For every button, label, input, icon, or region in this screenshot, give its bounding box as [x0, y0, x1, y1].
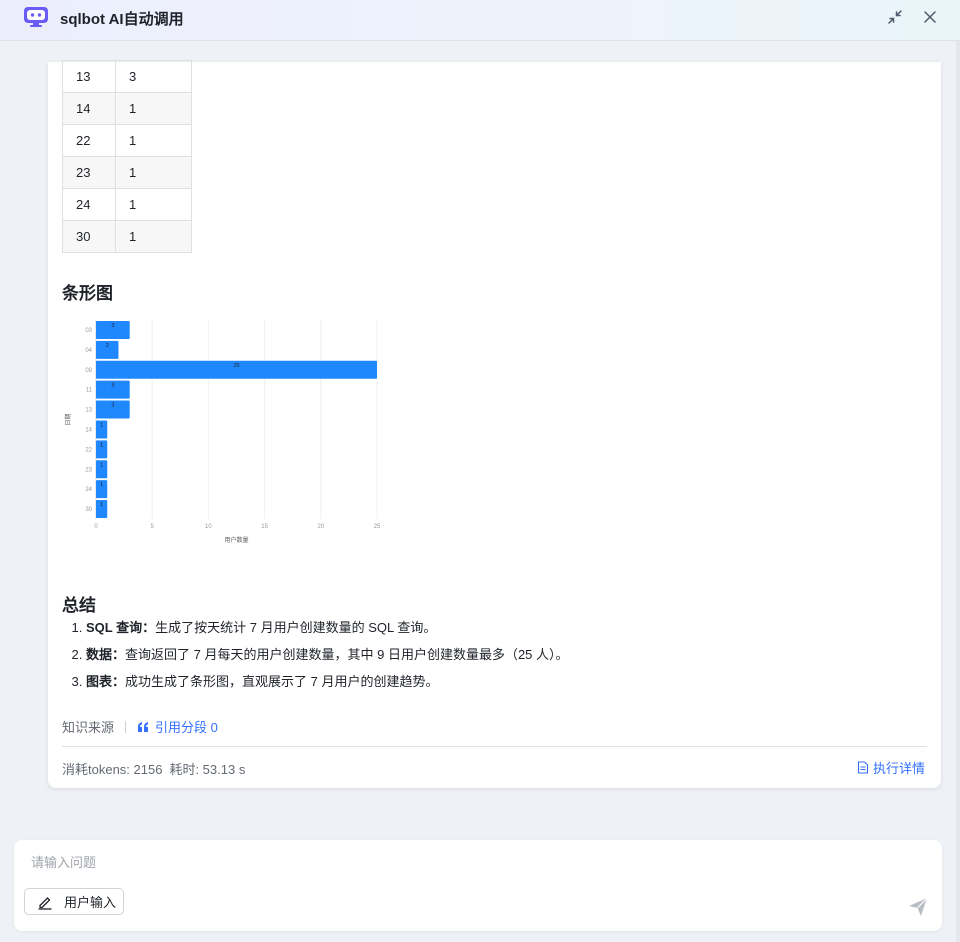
x-axis-label: 用户数量: [224, 536, 248, 544]
knowledge-source-label: 知识来源: [62, 720, 115, 735]
y-tick-label: 22: [85, 447, 92, 453]
y-tick-label: 09: [85, 368, 92, 374]
x-tick-label: 15: [261, 524, 268, 530]
x-tick-label: 25: [374, 524, 381, 530]
table-row: 23 1: [62, 156, 192, 189]
footer-divider: [62, 746, 927, 747]
summary-item-colon: ：: [142, 620, 156, 635]
cell-date: 24: [62, 188, 116, 221]
cell-date: 14: [62, 92, 116, 125]
answer-card: 13 3 14 1 22 1 23 1 24 1 30 1 条形图 0 5 10 15 20 25 03 3 04 2 0…: [48, 60, 941, 788]
execution-detail-link[interactable]: 执行详情: [857, 758, 925, 777]
bar-chart: 0 5 10 15 20 25 03 3 04 2 09 25 11 3 13 3 14 1 22 1 23 1 24 1 30…: [64, 320, 381, 544]
table-row: 30 1: [62, 220, 192, 253]
cell-count: 1: [115, 220, 192, 253]
y-tick-label: 14: [85, 427, 92, 433]
result-table: 13 3 14 1 22 1 23 1 24 1 30 1: [62, 60, 192, 253]
y-tick-label: 03: [85, 328, 92, 334]
y-tick-label: 30: [85, 507, 92, 513]
cell-count: 1: [115, 92, 192, 125]
user-input-label: 用户输入: [64, 895, 117, 910]
close-icon[interactable]: [921, 8, 939, 26]
divider: [125, 720, 127, 733]
execution-detail-label: 执行详情: [872, 761, 925, 776]
data-label: 3: [111, 403, 114, 409]
y-axis-label: 日期: [64, 413, 72, 425]
table-row: 13 3: [62, 60, 192, 93]
summary-item-label: SQL 查询: [86, 620, 143, 635]
data-label: 25: [233, 363, 239, 369]
summary-item-text: 查询返回了 7 月每天的用户创建数量，其中 9 日用户创建数量最多（25 人）。: [125, 647, 569, 662]
summary-item: SQL 查询：生成了按天统计 7 月用户创建数量的 SQL 查询。: [86, 614, 886, 641]
summary-item-colon: ：: [112, 647, 126, 662]
usage-stats: 消耗tokens: 2156 耗时: 53.13 s: [62, 759, 252, 778]
cell-count: 1: [115, 156, 192, 189]
title-bar: sqlbot AI自动调用: [0, 0, 960, 41]
data-label: 1: [100, 502, 103, 508]
data-label: 3: [111, 323, 114, 329]
document-icon: [857, 761, 869, 774]
cell-count: 3: [115, 60, 192, 93]
data-label: 1: [100, 482, 103, 488]
knowledge-source-row: 知识来源 引用分段 0: [62, 717, 218, 736]
send-icon[interactable]: [907, 896, 929, 918]
y-tick-label: 24: [85, 487, 92, 493]
cell-date: 23: [62, 156, 116, 189]
robot-icon: [24, 7, 48, 27]
x-tick-label: 0: [94, 524, 98, 530]
x-tick-label: 10: [205, 524, 212, 530]
data-label: 1: [100, 462, 103, 468]
x-tick-label: 5: [151, 524, 155, 530]
table-row: 14 1: [62, 92, 192, 125]
y-tick-label: 13: [85, 408, 92, 414]
data-label: 3: [111, 383, 114, 389]
elapsed-time: 耗时: 53.13 s: [169, 762, 246, 777]
summary-item-text: 生成了按天统计 7 月用户创建数量的 SQL 查询。: [155, 620, 437, 635]
summary-item-label: 图表: [86, 674, 113, 689]
summary-item: 数据：查询返回了 7 月每天的用户创建数量，其中 9 日用户创建数量最多（25 …: [86, 641, 886, 668]
cell-date: 30: [62, 220, 116, 253]
data-label: 1: [100, 442, 103, 448]
summary-item: 图表：成功生成了条形图，直观展示了 7 月用户的创建趋势。: [86, 668, 886, 695]
summary-list: SQL 查询：生成了按天统计 7 月用户创建数量的 SQL 查询。 数据：查询返…: [62, 614, 886, 695]
data-label: 1: [100, 422, 103, 428]
app-title: sqlbot AI自动调用: [60, 11, 184, 28]
summary-item-colon: ：: [112, 674, 126, 689]
tokens-count: 消耗tokens: 2156: [62, 762, 163, 777]
cell-date: 13: [62, 60, 116, 93]
data-label: 2: [106, 343, 109, 349]
x-tick-label: 20: [317, 524, 324, 530]
summary-item-text: 成功生成了条形图，直观展示了 7 月用户的创建趋势。: [125, 674, 439, 689]
user-input-button[interactable]: 用户输入: [24, 888, 124, 915]
quote-icon: [138, 721, 149, 732]
cell-date: 22: [62, 124, 116, 157]
cell-count: 1: [115, 124, 192, 157]
minimize-icon[interactable]: [886, 8, 904, 26]
y-tick-label: 11: [86, 388, 93, 394]
y-tick-label: 04: [85, 348, 92, 354]
chart-section-title: 条形图: [62, 284, 113, 303]
edit-icon: [38, 896, 52, 910]
citation-label: 引用分段 0: [155, 720, 218, 735]
scrollbar[interactable]: [956, 41, 960, 942]
summary-title: 总结: [62, 596, 96, 615]
table-row: 22 1: [62, 124, 192, 157]
cell-count: 1: [115, 188, 192, 221]
chat-input-panel: 用户输入: [14, 840, 942, 931]
question-input[interactable]: [29, 851, 873, 873]
y-tick-label: 23: [85, 467, 92, 473]
citation-link[interactable]: 引用分段 0: [137, 717, 218, 736]
summary-item-label: 数据: [86, 647, 113, 662]
table-row: 24 1: [62, 188, 192, 221]
